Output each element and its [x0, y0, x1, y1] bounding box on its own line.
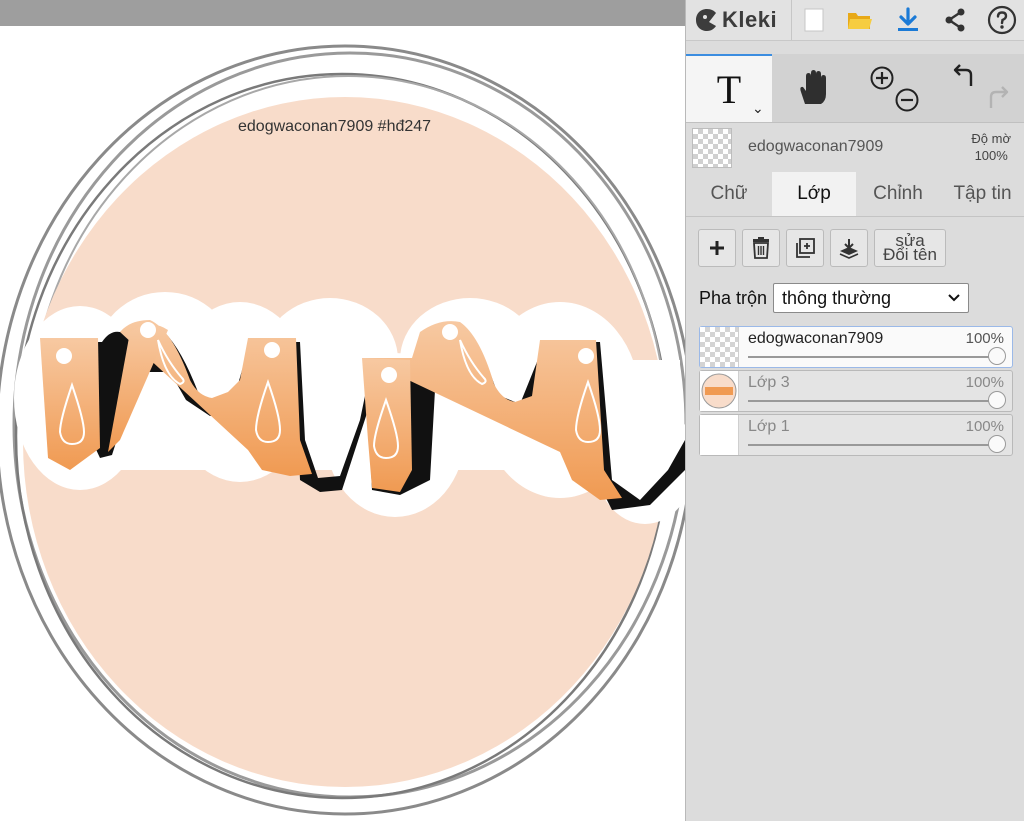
- chevron-down-icon: [948, 294, 960, 302]
- layer-opacity-slider[interactable]: [748, 356, 996, 358]
- panel-tabs: Chữ Lớp Chỉnh Tập tin: [686, 172, 1024, 217]
- blend-mode-label: Pha trộn: [699, 287, 768, 308]
- zoom-out-icon[interactable]: [895, 88, 919, 112]
- blend-mode-row: Pha trộn thông thường: [699, 282, 970, 314]
- hand-tool-icon: [800, 70, 826, 104]
- new-image-button[interactable]: [798, 4, 830, 36]
- current-layer-thumbnail: [692, 128, 732, 168]
- help-button[interactable]: [986, 4, 1018, 36]
- undo-icon[interactable]: [953, 64, 972, 86]
- rename-label: Đổi tên: [883, 245, 937, 264]
- chevron-down-icon[interactable]: ⌄: [752, 100, 764, 117]
- opacity-value: 100%: [974, 148, 1008, 163]
- duplicate-layer-button[interactable]: [786, 229, 824, 267]
- delete-layer-button[interactable]: [742, 229, 780, 267]
- text-tool-icon: T: [716, 66, 742, 112]
- blend-mode-value: thông thường: [782, 287, 891, 308]
- current-layer-info: edogwaconan7909 Độ mờ 100%: [686, 122, 1024, 172]
- duplicate-icon: [796, 238, 815, 258]
- opacity-readout: Độ mờ 100%: [971, 130, 1011, 164]
- plus-icon: [710, 241, 724, 255]
- hand-tool-button[interactable]: [772, 54, 854, 122]
- current-layer-name: edogwaconan7909: [748, 138, 884, 155]
- layer-thumbnail: [700, 415, 739, 455]
- open-file-button[interactable]: [844, 4, 876, 36]
- merge-layer-button[interactable]: [830, 229, 868, 267]
- tab-text[interactable]: Chữ: [686, 172, 772, 216]
- redo-icon[interactable]: [989, 86, 1008, 108]
- layer-opacity-handle[interactable]: [988, 347, 1006, 365]
- trash-icon: [753, 237, 769, 259]
- layer-thumbnail: [700, 327, 739, 367]
- layer-list: edogwaconan7909 100% Lớp 3 100% Lớp 1 10…: [699, 326, 1013, 458]
- new-image-icon: [804, 8, 824, 32]
- kleki-logo[interactable]: Kleki: [694, 4, 777, 36]
- share-button[interactable]: [939, 4, 971, 36]
- tab-layers[interactable]: Lớp: [772, 172, 856, 216]
- layer-item[interactable]: Lớp 1 100%: [699, 414, 1013, 456]
- opacity-label: Độ mờ: [971, 131, 1011, 146]
- kleki-logo-icon: [696, 9, 716, 31]
- merge-down-icon: [839, 239, 859, 259]
- layer-item[interactable]: edogwaconan7909 100%: [699, 326, 1013, 368]
- download-icon: [898, 7, 918, 31]
- side-panel: Kleki T ⌄ edogwaconan7909 Độ mờ 100% Chữ…: [685, 0, 1024, 821]
- canvas-watermark: edogwaconan7909 #hđ247: [238, 118, 431, 135]
- zoom-in-icon[interactable]: [870, 66, 894, 90]
- layer-name: edogwaconan7909: [748, 330, 884, 347]
- rename-layer-button[interactable]: sửa Đổi tên: [874, 229, 946, 267]
- tab-adjust[interactable]: Chỉnh: [856, 172, 940, 216]
- layer-item[interactable]: Lớp 3 100%: [699, 370, 1013, 412]
- layer-opacity-handle[interactable]: [988, 391, 1006, 409]
- app-name: Kleki: [722, 7, 778, 32]
- top-bar: Kleki: [686, 0, 1024, 41]
- layer-thumbnail: [700, 371, 739, 411]
- download-button[interactable]: [892, 4, 924, 36]
- layer-name: Lớp 3: [748, 374, 790, 391]
- history-controls: [936, 54, 1024, 122]
- zoom-controls: [854, 54, 936, 122]
- layer-opacity: 100%: [965, 374, 1004, 391]
- layer-opacity-handle[interactable]: [988, 435, 1006, 453]
- share-icon: [945, 8, 965, 32]
- layer-name: Lớp 1: [748, 418, 790, 435]
- add-layer-button[interactable]: [698, 229, 736, 267]
- open-folder-icon: [848, 13, 872, 29]
- help-icon: [987, 5, 1017, 35]
- drawing-canvas[interactable]: edogwaconan7909 #hđ247: [0, 0, 685, 821]
- layer-opacity: 100%: [965, 330, 1004, 347]
- text-tool-button[interactable]: T ⌄: [686, 54, 772, 122]
- layer-opacity-slider[interactable]: [748, 400, 996, 402]
- tool-row: T ⌄: [686, 54, 1024, 123]
- tab-file[interactable]: Tập tin: [940, 172, 1024, 216]
- layer-opacity-slider[interactable]: [748, 444, 996, 446]
- blend-mode-select[interactable]: thông thường: [773, 283, 970, 313]
- layer-opacity: 100%: [965, 418, 1004, 435]
- canvas-artwork: edogwaconan7909 #hđ247: [0, 26, 685, 821]
